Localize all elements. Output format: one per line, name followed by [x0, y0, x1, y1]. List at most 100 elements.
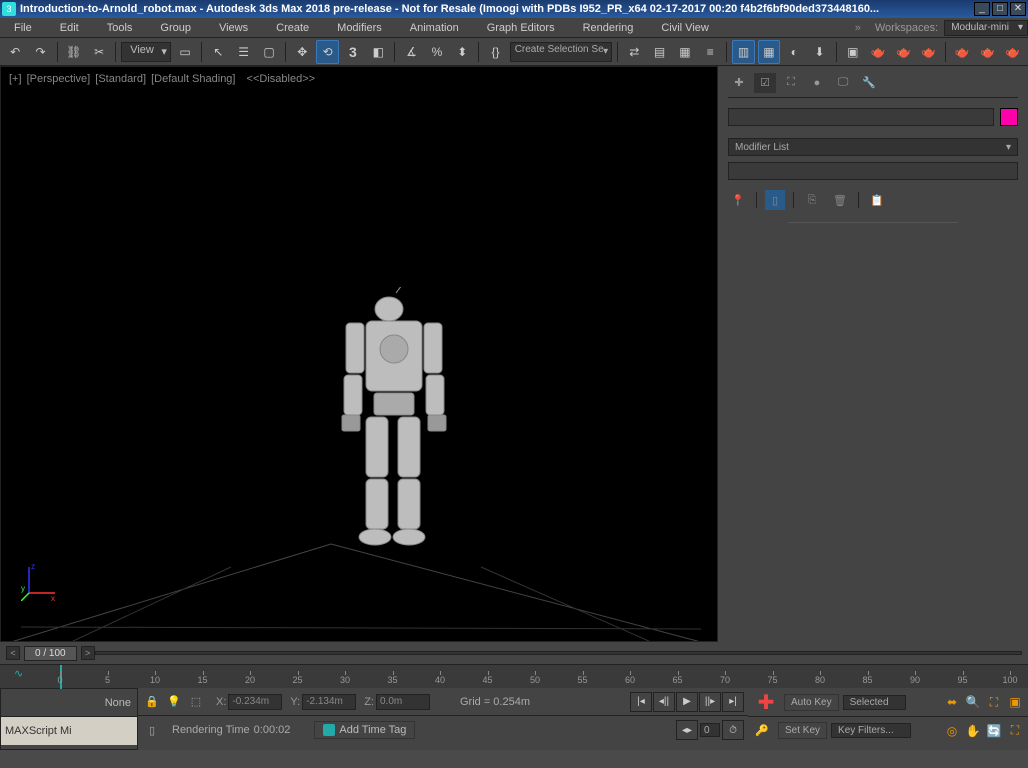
menu-views[interactable]: Views [205, 18, 262, 37]
z-input[interactable] [376, 694, 430, 710]
menu-create[interactable]: Create [262, 18, 323, 37]
link-button[interactable]: ⛓ [63, 40, 85, 64]
menu-modifiers[interactable]: Modifiers [323, 18, 396, 37]
autokey-button[interactable]: Auto Key [784, 694, 839, 711]
scale-button[interactable]: 3 [342, 40, 364, 64]
undo-button[interactable]: ↶ [4, 40, 26, 64]
select-name-button[interactable]: ☰ [232, 40, 254, 64]
time-slider[interactable]: < 0 / 100 > [0, 642, 1028, 664]
fov-icon[interactable]: ▣ [1006, 693, 1024, 711]
maximize-viewport-icon[interactable]: ⛶ [1006, 722, 1024, 740]
timeslider-right-button[interactable]: > [81, 646, 95, 660]
select-region-button[interactable]: ▢ [258, 40, 280, 64]
prompt-icon[interactable]: ▯ [142, 720, 162, 740]
pan-view-icon[interactable]: ✋ [964, 722, 982, 740]
menu-edit[interactable]: Edit [46, 18, 93, 37]
menu-graph-editors[interactable]: Graph Editors [473, 18, 569, 37]
render-production-button[interactable]: 🫖 [867, 40, 889, 64]
add-time-tag-button[interactable]: Add Time Tag [314, 721, 415, 739]
reference-coord-dropdown[interactable]: View [121, 42, 171, 62]
frame-spinner[interactable] [700, 723, 720, 737]
orbit-icon[interactable]: ◎ [943, 722, 961, 740]
display-tab[interactable]: 🖵 [832, 73, 854, 93]
minimize-button[interactable]: _ [974, 2, 990, 16]
configure-sets-button[interactable]: 📋 [867, 190, 887, 210]
utilities-tab[interactable]: 🔧 [858, 73, 880, 93]
object-color-swatch[interactable] [1000, 108, 1018, 126]
play-button[interactable]: ▶ [676, 692, 698, 712]
prev-key-button[interactable]: ◂▸ [676, 720, 698, 740]
schematic-view-button[interactable]: ▦ [758, 40, 780, 64]
menu-rendering[interactable]: Rendering [569, 18, 648, 37]
render-preset-button[interactable]: 🫖 [976, 40, 998, 64]
create-tab[interactable]: ✚ [728, 73, 750, 93]
selection-filter-button[interactable]: {} [484, 40, 506, 64]
menu-group[interactable]: Group [146, 18, 205, 37]
selection-lock-button[interactable]: 🔒 [142, 692, 162, 712]
maxscript-listener[interactable]: MAXScript Mi [1, 717, 137, 745]
rotate-button[interactable]: ⟲ [316, 40, 338, 64]
curve-editor-button[interactable]: ▥ [732, 40, 754, 64]
menu-civil-view[interactable]: Civil View [647, 18, 722, 37]
hierarchy-tab[interactable]: ⛶ [780, 73, 802, 93]
timeslider-handle[interactable]: 0 / 100 [24, 646, 77, 661]
goto-start-button[interactable]: |◂ [630, 692, 652, 712]
timeslider-left-button[interactable]: < [6, 646, 20, 660]
walk-icon[interactable]: 🔄 [985, 722, 1003, 740]
unlink-button[interactable]: ✂ [88, 40, 110, 64]
mirror-button[interactable]: ⇄ [623, 40, 645, 64]
snap-percent-button[interactable]: % [426, 40, 448, 64]
isolate-button[interactable]: 💡 [164, 692, 184, 712]
modifier-stack[interactable] [728, 162, 1018, 180]
maximize-button[interactable]: □ [992, 2, 1008, 16]
render-iterative-button[interactable]: 🫖 [892, 40, 914, 64]
motion-tab[interactable]: ● [806, 73, 828, 93]
workspaces-dropdown[interactable]: Modular-mini [944, 20, 1028, 36]
modify-tab[interactable]: ☑ [754, 73, 776, 93]
setkey-button[interactable]: Set Key [778, 722, 827, 739]
remove-modifier-button[interactable]: 🗑 [830, 190, 850, 210]
redo-button[interactable]: ↷ [29, 40, 51, 64]
render-last-button[interactable]: 🫖 [951, 40, 973, 64]
goto-end-button[interactable]: ▸| [722, 692, 744, 712]
x-input[interactable] [228, 694, 282, 710]
curve-mode-icon[interactable]: ∿ [14, 667, 23, 680]
object-name-input[interactable] [728, 108, 994, 126]
render-activeshade-button[interactable]: 🫖 [918, 40, 940, 64]
snap-angle-button[interactable]: ∡ [400, 40, 422, 64]
place-button[interactable]: ◧ [367, 40, 389, 64]
named-selection-set-dropdown[interactable]: Create Selection Se [510, 42, 612, 62]
zoom-extents-icon[interactable]: ⛶ [985, 693, 1003, 711]
pin-stack-button[interactable]: 📍 [728, 190, 748, 210]
spinner-snap-button[interactable]: ⬍ [451, 40, 473, 64]
key-mode-icon[interactable]: 🔑 [752, 721, 772, 741]
render-setup-button[interactable]: ⬇ [808, 40, 830, 64]
align-button[interactable]: ▤ [648, 40, 670, 64]
modifier-list-dropdown[interactable]: Modifier List▾ [728, 138, 1018, 156]
render-frame-button[interactable]: ▣ [842, 40, 864, 64]
next-frame-button[interactable]: ||▸ [699, 692, 721, 712]
pan-icon[interactable]: ⬌ [943, 693, 961, 711]
layer-explorer-button[interactable]: ▦ [674, 40, 696, 64]
menu-file[interactable]: File [0, 18, 46, 37]
menu-tools[interactable]: Tools [93, 18, 147, 37]
menu-animation[interactable]: Animation [396, 18, 473, 37]
close-button[interactable]: ✕ [1010, 2, 1026, 16]
prev-frame-button[interactable]: ◂|| [653, 692, 675, 712]
material-editor-button[interactable]: ◐ [783, 40, 805, 64]
viewport[interactable]: [+] [Perspective] [Standard] [Default Sh… [0, 66, 718, 642]
select-button[interactable]: ▭ [174, 40, 196, 64]
time-config-button[interactable]: ⏱ [722, 720, 744, 740]
make-unique-button[interactable]: ⎘ [802, 190, 822, 210]
timeline-ruler[interactable]: ∿ 05101520253035404550556065707580859095… [0, 664, 1028, 688]
coord-mode-button[interactable]: ⬚ [186, 692, 206, 712]
select-object-button[interactable]: ↖ [207, 40, 229, 64]
move-button[interactable]: ✥ [291, 40, 313, 64]
toggle-ribbon-button[interactable]: ≡ [699, 40, 721, 64]
show-end-result-button[interactable]: ▯ [765, 190, 785, 210]
set-key-large-button[interactable]: ✚ [752, 688, 780, 716]
key-filter-mode-dropdown[interactable]: Selected [843, 695, 906, 710]
zoom-icon[interactable]: 🔍 [964, 693, 982, 711]
y-input[interactable] [302, 694, 356, 710]
quick-access-chevron-icon[interactable]: » [855, 22, 861, 34]
